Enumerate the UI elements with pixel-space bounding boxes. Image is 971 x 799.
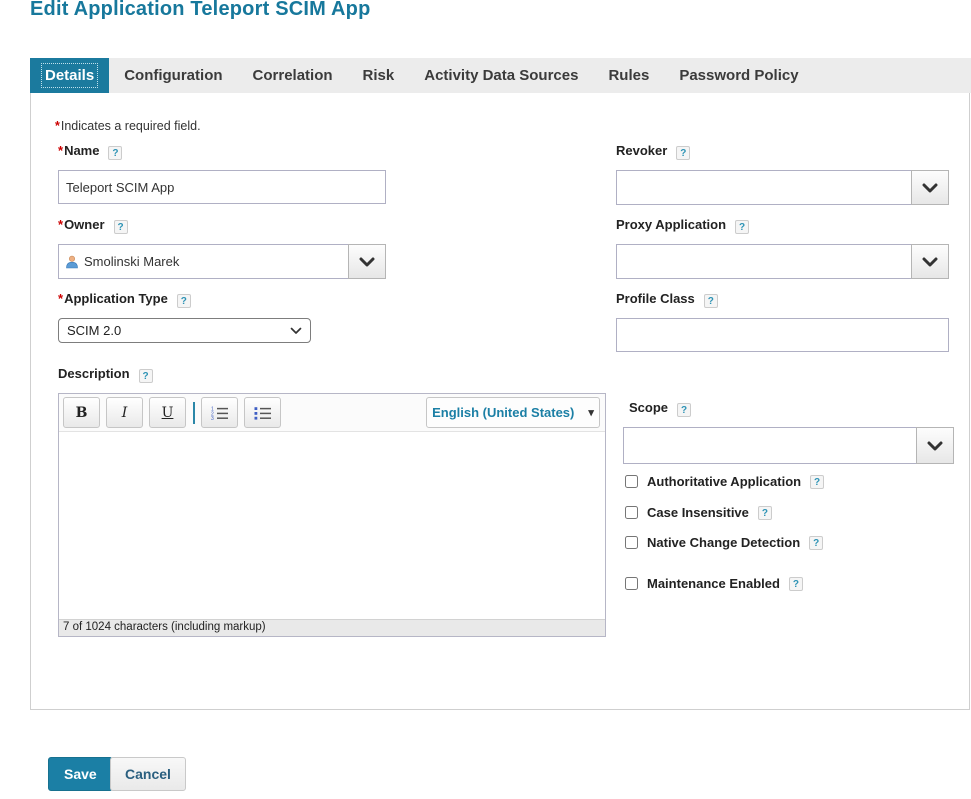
tab-risk[interactable]: Risk [348, 58, 410, 93]
native-change-detection-checkbox[interactable] [625, 536, 638, 549]
tab-details-label: Details [45, 67, 94, 84]
tab-correlation[interactable]: Correlation [238, 58, 348, 93]
scope-input[interactable] [623, 427, 916, 464]
chevron-down-icon [927, 441, 943, 451]
case-insensitive-row: Case Insensitive ? [625, 505, 772, 520]
help-icon[interactable]: ? [704, 294, 718, 308]
description-editor: B I U 1 2 3 [58, 393, 606, 637]
help-icon[interactable]: ? [677, 403, 691, 417]
unordered-list-button[interactable] [244, 397, 281, 428]
underline-button[interactable]: U [149, 397, 186, 428]
case-insensitive-label: Case Insensitive [647, 505, 749, 520]
name-input[interactable] [58, 170, 386, 204]
language-select-button[interactable]: English (United States) ▾ [426, 397, 600, 428]
tab-rules[interactable]: Rules [593, 58, 664, 93]
help-icon[interactable]: ? [735, 220, 749, 234]
maintenance-enabled-row: Maintenance Enabled ? [625, 576, 803, 591]
tab-configuration-label: Configuration [124, 67, 222, 84]
help-icon[interactable]: ? [789, 577, 803, 591]
page-title: Edit Application Teleport SCIM App [30, 0, 371, 21]
ordered-list-icon: 1 2 3 [211, 406, 229, 420]
required-note-text: Indicates a required field. [61, 119, 201, 133]
maintenance-enabled-checkbox[interactable] [625, 577, 638, 590]
native-change-detection-label: Native Change Detection [647, 535, 800, 550]
help-icon[interactable]: ? [809, 536, 823, 550]
maintenance-enabled-label: Maintenance Enabled [647, 576, 780, 591]
chevron-down-icon [290, 327, 302, 335]
application-type-label: *Application Type? [58, 291, 191, 308]
cancel-button[interactable]: Cancel [110, 757, 186, 791]
authoritative-application-row: Authoritative Application ? [625, 474, 824, 489]
description-toolbar: B I U 1 2 3 [59, 394, 605, 432]
required-asterisk: * [58, 291, 63, 306]
help-icon[interactable]: ? [139, 369, 153, 383]
required-asterisk: * [58, 143, 63, 158]
proxy-application-label: Proxy Application? [616, 217, 749, 234]
details-panel: *Indicates a required field. *Name? *Own… [30, 93, 970, 710]
description-label: Description? [58, 366, 153, 383]
proxy-application-combo [616, 244, 949, 279]
help-icon[interactable]: ? [108, 146, 122, 160]
required-field-note: *Indicates a required field. [55, 119, 201, 133]
revoker-label: Revoker? [616, 143, 690, 160]
tab-rules-label: Rules [608, 67, 649, 84]
description-editor-body[interactable] [59, 432, 605, 619]
scope-combo [623, 427, 954, 464]
chevron-down-icon [922, 257, 938, 267]
proxy-application-input[interactable] [616, 244, 911, 279]
scope-dropdown-button[interactable] [916, 427, 954, 464]
required-asterisk: * [55, 119, 60, 133]
unordered-list-icon [254, 406, 272, 420]
person-icon [65, 255, 79, 269]
help-icon[interactable]: ? [114, 220, 128, 234]
character-counter: 7 of 1024 characters (including markup) [59, 619, 605, 636]
language-label: English (United States) [432, 405, 574, 420]
tab-activity-data-sources-label: Activity Data Sources [424, 67, 578, 84]
tab-activity-data-sources[interactable]: Activity Data Sources [409, 58, 593, 93]
scope-label: Scope? [629, 400, 691, 417]
owner-value: Smolinski Marek [84, 254, 179, 269]
tab-configuration[interactable]: Configuration [109, 58, 237, 93]
tab-password-policy[interactable]: Password Policy [664, 58, 813, 93]
ordered-list-button[interactable]: 1 2 3 [201, 397, 238, 428]
authoritative-application-label: Authoritative Application [647, 474, 801, 489]
bold-button[interactable]: B [63, 397, 100, 428]
native-change-detection-row: Native Change Detection ? [625, 535, 823, 550]
application-type-value: SCIM 2.0 [67, 323, 121, 338]
profile-class-input[interactable] [616, 318, 949, 352]
help-icon[interactable]: ? [810, 475, 824, 489]
owner-dropdown-button[interactable] [348, 244, 386, 279]
italic-button[interactable]: I [106, 397, 143, 428]
owner-input[interactable]: Smolinski Marek [58, 244, 348, 279]
help-icon[interactable]: ? [177, 294, 191, 308]
owner-combo: Smolinski Marek [58, 244, 386, 279]
required-asterisk: * [58, 217, 63, 232]
tab-details[interactable]: Details [30, 58, 109, 93]
save-button[interactable]: Save [48, 757, 113, 791]
authoritative-application-checkbox[interactable] [625, 475, 638, 488]
application-type-select[interactable]: SCIM 2.0 [58, 318, 311, 343]
owner-label: *Owner? [58, 217, 128, 234]
edit-application-page: Edit Application Teleport SCIM App Detai… [0, 0, 971, 799]
svg-text:3: 3 [211, 416, 214, 420]
tab-bar: Details Configuration Correlation Risk A… [30, 58, 971, 93]
revoker-dropdown-button[interactable] [911, 170, 949, 205]
caret-down-icon: ▾ [588, 406, 594, 419]
chevron-down-icon [359, 257, 375, 267]
tab-password-policy-label: Password Policy [679, 67, 798, 84]
tab-risk-label: Risk [363, 67, 395, 84]
toolbar-separator [193, 402, 195, 424]
case-insensitive-checkbox[interactable] [625, 506, 638, 519]
revoker-combo [616, 170, 949, 205]
chevron-down-icon [922, 183, 938, 193]
proxy-application-dropdown-button[interactable] [911, 244, 949, 279]
help-icon[interactable]: ? [676, 146, 690, 160]
revoker-input[interactable] [616, 170, 911, 205]
help-icon[interactable]: ? [758, 506, 772, 520]
profile-class-label: Profile Class? [616, 291, 718, 308]
tab-correlation-label: Correlation [253, 67, 333, 84]
name-label: *Name? [58, 143, 122, 160]
